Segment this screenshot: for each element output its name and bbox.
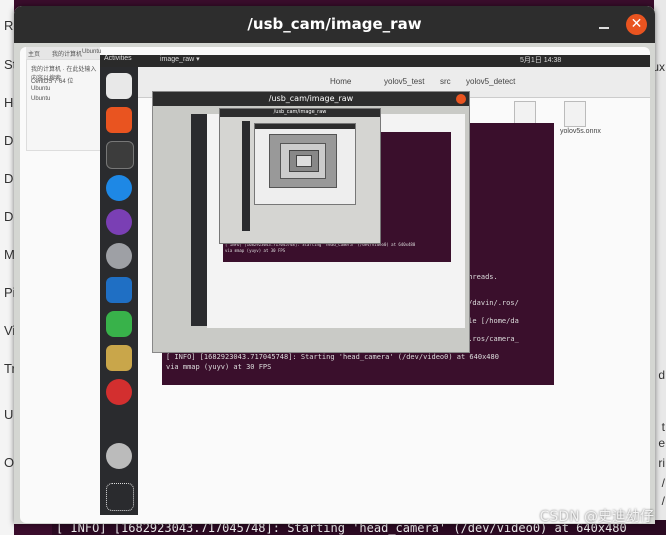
photo-nested-titlebar-2: /usb_cam/image_raw [220, 109, 380, 117]
photo-nested-image-window-6 [289, 150, 319, 172]
image-view-window: /usb_cam/image_raw ✕ 主页 我的计算机 Ubuntu 我的计… [14, 6, 655, 524]
photo-nested-image-window-7 [296, 155, 312, 167]
photo-clock: 5月1日 14:38 [520, 57, 562, 64]
photo-tab: 主页 [28, 52, 41, 58]
photo-terminal-line: via mmap (yuyv) at 30 FPS [166, 363, 272, 371]
window-titlebar[interactable]: /usb_cam/image_raw ✕ [14, 6, 655, 43]
photo-breadcrumb: Home [330, 77, 352, 86]
photo-vm-item: Ubuntu [31, 96, 51, 102]
terminal-icon [106, 141, 134, 169]
settings-icon [106, 243, 132, 269]
camera-image: 主页 我的计算机 Ubuntu 我的计算机 · 在此处输入内容以搜索 CentO… [14, 43, 655, 524]
bg-terminal-fragment: / [661, 476, 665, 490]
photo-nested-image-window-4 [269, 134, 337, 188]
photo-nested-image-window-3 [254, 123, 356, 205]
bg-terminal-fragment: t [661, 420, 665, 434]
photo-nested-image-window: /usb_cam/image_raw [ INFO] [1682923043.7… [152, 91, 470, 353]
photo-nested-dock-2 [242, 121, 250, 231]
photo-tab: Ubuntu [82, 49, 102, 55]
github-icon [106, 209, 132, 235]
photo-file-label: yolov5s.onnx [560, 128, 601, 135]
photo-nested-image-window-5 [280, 143, 326, 179]
archive-icon [106, 345, 132, 371]
minimize-button[interactable] [594, 14, 614, 34]
bg-sidebar-item: U [4, 407, 14, 422]
software-icon [106, 107, 132, 133]
photo-nested-dock [191, 114, 207, 326]
bg-terminal-fragment: / [661, 494, 665, 508]
window-title: /usb_cam/image_raw [247, 15, 422, 33]
bg-terminal-fragment: e [658, 436, 665, 450]
photo-ubuntu-dock [100, 67, 138, 515]
photo-nested-title: /usb_cam/image_raw [268, 94, 354, 103]
update-alert-icon [106, 379, 132, 405]
photo-breadcrumb: yolov5_detect [466, 77, 516, 86]
photo-nested-terminal-line: via mmap (yuyv) at 30 FPS [225, 248, 286, 253]
bg-terminal-fragment: ri [658, 456, 665, 470]
csdn-watermark: CSDN @史迪幼仔 [539, 509, 654, 525]
edge-browser-icon [106, 175, 132, 201]
photo-breadcrumb: yolov5_test [384, 77, 425, 86]
background-file-manager-sidebar: Ro St Ho De Do Do Mu Pi Vi Tr U O [0, 0, 22, 535]
photo-nested-title-2: /usb_cam/image_raw [273, 109, 327, 115]
photo-nested-close-icon [456, 94, 466, 104]
close-button[interactable]: ✕ [626, 14, 647, 35]
photo-terminal-line: /.ros/camera_ [464, 335, 519, 343]
photo-tab: 我的计算机 [52, 52, 83, 58]
photo-nested-image-window-2: /usb_cam/image_raw [219, 108, 381, 244]
photo-vm-item: Ubuntu [31, 86, 51, 92]
files-icon [106, 73, 132, 99]
photo-terminal-line: ile [/home/da [464, 317, 519, 325]
photo-vm-item: CentOS 7 64 位 [31, 79, 74, 85]
photo-terminal-line: e/davin/.ros/ [464, 299, 519, 307]
photo-vm-list: 我的计算机 · 在此处输入内容以搜索 CentOS 7 64 位 Ubuntu … [26, 59, 102, 151]
photo-tab-strip: 主页 我的计算机 Ubuntu [26, 47, 102, 59]
disc-icon [106, 443, 132, 469]
photo-app-menu: image_raw ▾ [160, 56, 200, 63]
photo-ubuntu-topbar: Activities image_raw ▾ 5月1日 14:38 [100, 55, 650, 67]
vscode-icon [106, 277, 132, 303]
photo-activities: Activities [104, 55, 132, 62]
photo-file-icon [564, 101, 586, 127]
background-terminal-edge: ux d t / e ri / [652, 0, 666, 535]
photo-nested-titlebar-3 [255, 124, 355, 129]
bg-sidebar-item: O [4, 455, 15, 470]
photo-terminal-line: [ INFO] [1682923043.717045748]: Starting… [166, 353, 499, 361]
photo-nested-titlebar: /usb_cam/image_raw [153, 92, 469, 106]
photo-breadcrumb: src [440, 77, 451, 86]
bg-terminal-fragment: d [658, 368, 665, 382]
app-grid-icon [106, 483, 134, 511]
wechat-icon [106, 311, 132, 337]
